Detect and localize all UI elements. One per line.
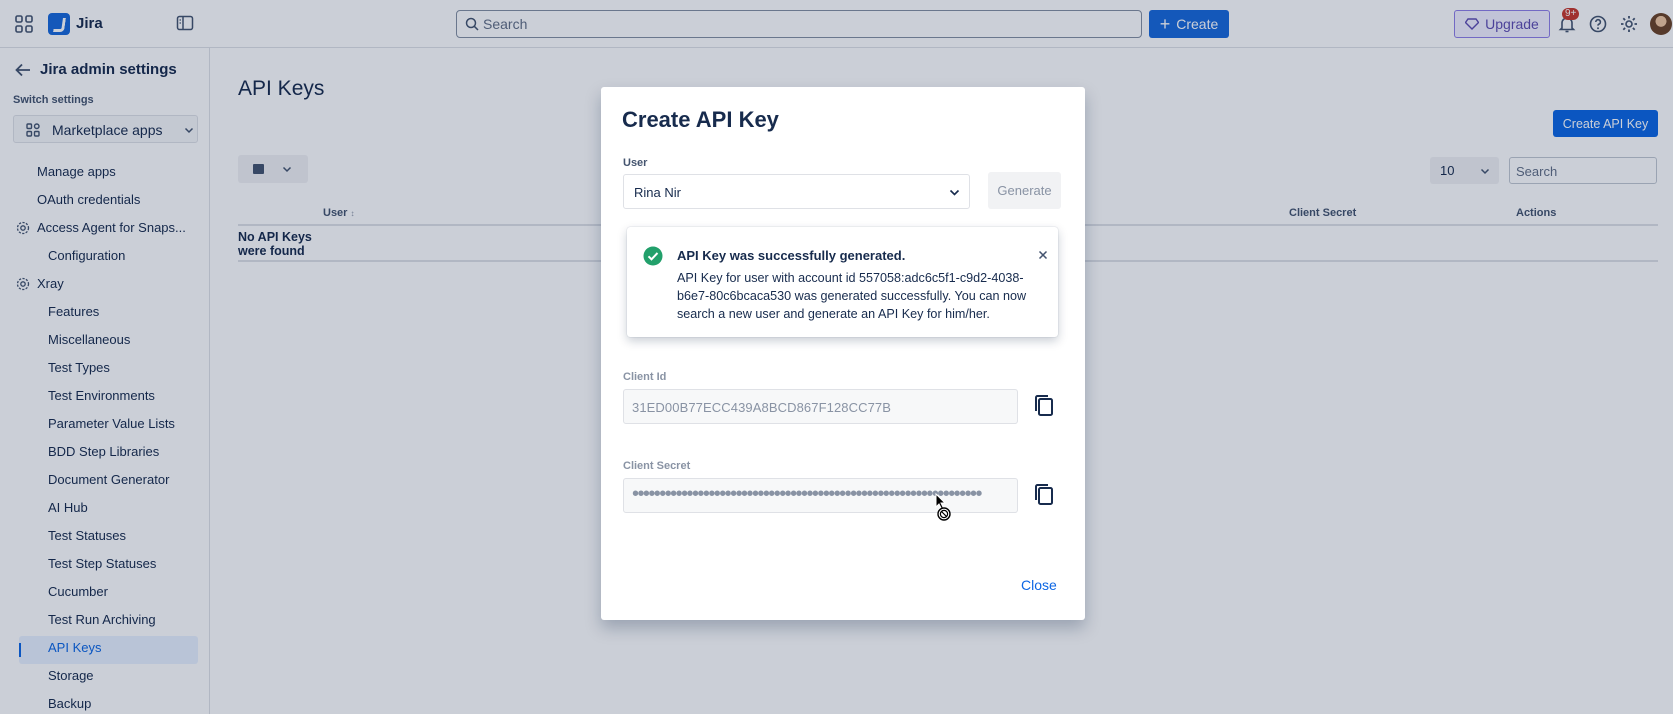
close-icon[interactable] [1037, 249, 1049, 261]
client-id-field[interactable]: 31ED00B77ECC439A8BCD867F128CC77B [623, 389, 1018, 424]
flag-message: API Key for user with account id 557058:… [677, 271, 1027, 321]
success-flag: API Key was successfully generated. API … [627, 227, 1058, 337]
create-api-key-dialog: Create API Key User Rina Nir Generate AP… [601, 87, 1085, 620]
dialog-title: Create API Key [622, 107, 779, 132]
user-select[interactable]: Rina Nir [623, 174, 970, 209]
success-check-icon [643, 246, 663, 266]
client-secret-label: Client Secret [623, 460, 691, 472]
generate-button[interactable]: Generate [988, 172, 1061, 209]
user-field-label: User [623, 157, 648, 169]
close-button[interactable]: Close [1021, 577, 1057, 593]
chevron-down-icon [949, 189, 960, 196]
client-id-label: Client Id [623, 371, 667, 383]
copy-icon[interactable] [1031, 392, 1057, 420]
client-id-value: 31ED00B77ECC439A8BCD867F128CC77B [632, 400, 892, 415]
user-select-value: Rina Nir [634, 185, 681, 200]
not-allowed-cursor-icon [935, 493, 951, 521]
copy-icon[interactable] [1031, 481, 1057, 509]
flag-title: API Key was successfully generated. [677, 248, 906, 263]
